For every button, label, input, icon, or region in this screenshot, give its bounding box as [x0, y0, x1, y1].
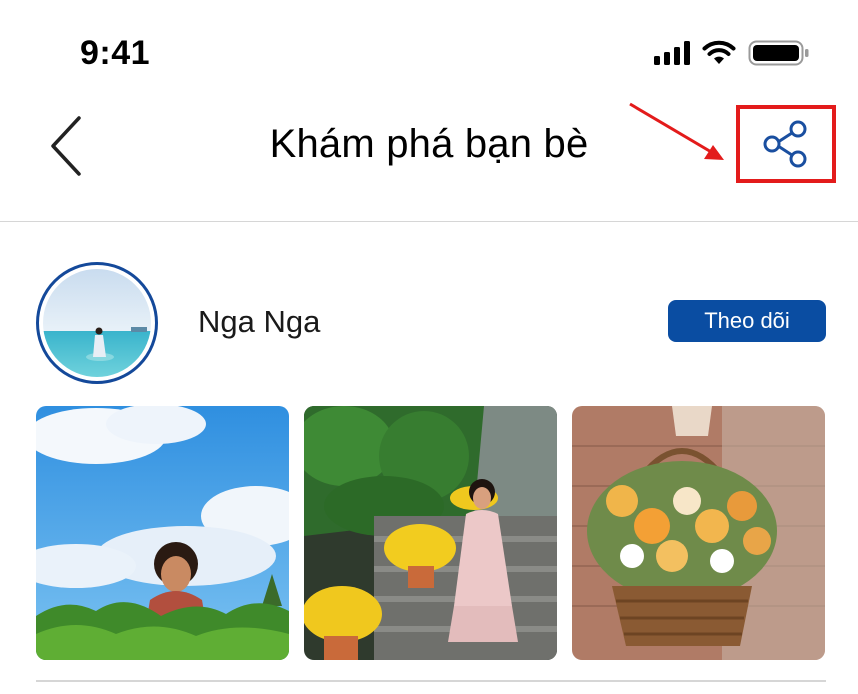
- photo-flower-basket[interactable]: [572, 406, 825, 660]
- follow-button[interactable]: Theo dõi: [668, 300, 826, 342]
- signal-icon: [654, 41, 690, 65]
- wifi-icon: [702, 40, 736, 64]
- photo-girl-tea-field[interactable]: [36, 406, 289, 660]
- status-icons: [654, 36, 810, 70]
- annotation-arrow-icon: [629, 102, 724, 160]
- battery-icon: [748, 40, 809, 66]
- avatar[interactable]: [36, 262, 158, 384]
- status-time: 9:41: [80, 34, 151, 72]
- photo-woman-steps-flowers[interactable]: [304, 406, 557, 660]
- user-name[interactable]: Nga Nga: [198, 304, 320, 340]
- share-button[interactable]: [736, 105, 836, 183]
- header-bar: Khám phá bạn bè: [0, 100, 858, 222]
- share-icon: [763, 120, 807, 168]
- divider: [36, 680, 826, 682]
